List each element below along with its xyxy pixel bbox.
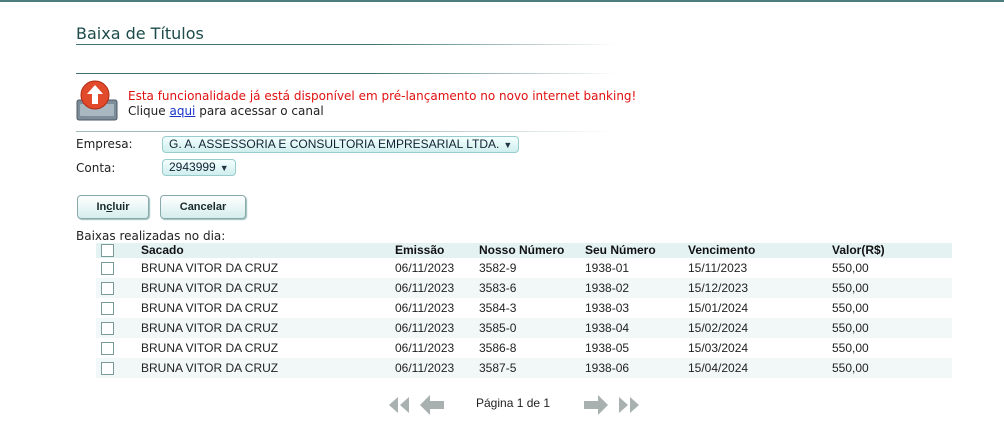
table-row: BRUNA VITOR DA CRUZ 06/11/2023 3585-0 1938-… — [96, 318, 952, 338]
cell-vencimento: 15/02/2024 — [688, 318, 832, 338]
table-caption: Baixas realizadas no dia: — [76, 229, 226, 243]
notice-warning-text: Esta funcionalidade já está disponível e… — [128, 89, 637, 103]
table-header-row: Sacado Emissão Nosso Número Seu Número V… — [96, 243, 952, 258]
row-checkbox[interactable] — [101, 322, 114, 336]
row-select-cell — [96, 318, 141, 338]
cell-nosso: 3586-8 — [479, 341, 517, 355]
chevron-down-icon: ▼ — [219, 163, 229, 173]
conta-selected-value: 2943999 — [169, 160, 216, 174]
notice-divider — [76, 131, 616, 132]
baixas-table: Sacado Emissão Nosso Número Seu Número V… — [96, 243, 952, 378]
cell-seu: 1938-06 — [585, 358, 688, 378]
select-all-checkbox[interactable] — [101, 244, 114, 258]
cell-vencimento: 15/12/2023 — [688, 278, 832, 298]
cell-emissao: 06/11/2023 — [395, 301, 455, 315]
cell-emissao: 06/11/2023 — [395, 358, 479, 378]
cell-valor: 550,00 — [832, 261, 869, 275]
cell-seu: 1938-04 — [585, 318, 688, 338]
cell-seu: 1938-01 — [585, 261, 630, 275]
table-row: BRUNA VITOR DA CRUZ 06/11/2023 3583-6 1938-… — [96, 278, 952, 298]
page-title: Baixa de Títulos — [76, 24, 204, 43]
row-select-cell — [96, 278, 141, 298]
empresa-select[interactable]: G. A. ASSESSORIA E CONSULTORIA EMPRESARI… — [162, 136, 520, 153]
header-sacado[interactable]: Sacado — [141, 243, 395, 258]
first-page-icon[interactable] — [386, 394, 412, 416]
cell-emissao: 06/11/2023 — [395, 341, 455, 355]
table-row: BRUNA VITOR DA CRUZ 06/11/2023 3582-9 1938-… — [96, 258, 952, 278]
prev-page-icon[interactable] — [418, 394, 446, 416]
cell-sacado: BRUNA VITOR DA CRUZ — [141, 358, 395, 378]
cell-emissao: 06/11/2023 — [395, 261, 455, 275]
header-valor[interactable]: Valor(R$) — [832, 243, 952, 258]
cell-nosso: 3587-5 — [479, 358, 585, 378]
title-divider — [76, 44, 616, 45]
conta-select[interactable]: 2943999 ▼ — [162, 159, 236, 176]
cancelar-button[interactable]: Cancelar — [160, 195, 246, 219]
cell-vencimento: 15/04/2024 — [688, 358, 832, 378]
table-row: BRUNA VITOR DA CRUZ 06/11/2023 3586-8 1938-… — [96, 338, 952, 358]
empresa-label: Empresa: — [76, 137, 133, 151]
cell-sacado: BRUNA VITOR DA CRUZ — [141, 318, 395, 338]
row-select-cell — [96, 338, 141, 358]
top-border — [0, 0, 1004, 2]
header-vencimento[interactable]: Vencimento — [688, 243, 832, 258]
cell-emissao: 06/11/2023 — [395, 318, 479, 338]
upload-alert-icon — [76, 80, 118, 121]
row-select-cell — [96, 358, 141, 378]
next-page-icon[interactable] — [582, 394, 610, 416]
notice-prefix: Clique — [128, 104, 166, 118]
cell-valor: 550,00 — [832, 341, 869, 355]
page-indicator: Página 1 de 1 — [476, 396, 551, 410]
cell-seu: 1938-03 — [585, 301, 630, 315]
cell-valor: 550,00 — [832, 318, 952, 338]
cell-vencimento: 15/11/2023 — [688, 261, 748, 275]
cell-sacado: BRUNA VITOR DA CRUZ — [141, 278, 395, 298]
cell-valor: 550,00 — [832, 278, 952, 298]
cell-sacado: BRUNA VITOR DA CRUZ — [141, 261, 279, 275]
row-checkbox[interactable] — [101, 262, 114, 276]
cell-sacado: BRUNA VITOR DA CRUZ — [141, 341, 279, 355]
select-all-cell — [96, 243, 141, 258]
cell-seu: 1938-02 — [585, 278, 688, 298]
cell-nosso: 3583-6 — [479, 278, 585, 298]
row-select-cell — [96, 258, 141, 278]
conta-label: Conta: — [76, 161, 116, 175]
row-checkbox[interactable] — [101, 342, 114, 356]
pagination: Página 1 de 1 — [386, 394, 646, 416]
row-checkbox[interactable] — [101, 282, 114, 296]
last-page-icon[interactable] — [616, 394, 642, 416]
row-checkbox[interactable] — [101, 362, 114, 376]
section-divider — [76, 73, 616, 74]
table-row: BRUNA VITOR DA CRUZ 06/11/2023 3587-5 1938-… — [96, 358, 952, 378]
empresa-selected-value: G. A. ASSESSORIA E CONSULTORIA EMPRESARI… — [169, 137, 500, 151]
cell-emissao: 06/11/2023 — [395, 278, 479, 298]
header-nosso-numero[interactable]: Nosso Número — [479, 243, 585, 258]
incluir-label-a: In — [96, 201, 107, 213]
cell-nosso: 3584-3 — [479, 301, 517, 315]
cell-nosso: 3585-0 — [479, 318, 585, 338]
cell-valor: 550,00 — [832, 301, 869, 315]
header-emissao[interactable]: Emissão — [395, 243, 479, 258]
row-select-cell — [96, 298, 141, 318]
cell-valor: 550,00 — [832, 358, 952, 378]
incluir-button[interactable]: Incluir — [77, 195, 149, 219]
notice-suffix: para acessar o canal — [199, 104, 324, 118]
cell-seu: 1938-05 — [585, 341, 630, 355]
cell-vencimento: 15/01/2024 — [688, 301, 749, 315]
header-seu-numero[interactable]: Seu Número — [585, 243, 688, 258]
table-row: BRUNA VITOR DA CRUZ 06/11/2023 3584-3 1938-… — [96, 298, 952, 318]
notice-link-line: Clique aqui para acessar o canal — [128, 104, 324, 118]
table-body: BRUNA VITOR DA CRUZ 06/11/2023 3582-9 1938-… — [96, 258, 952, 378]
chevron-down-icon: ▼ — [503, 140, 513, 150]
cell-vencimento: 15/03/2024 — [688, 341, 749, 355]
row-checkbox[interactable] — [101, 302, 114, 316]
cell-sacado: BRUNA VITOR DA CRUZ — [141, 301, 279, 315]
incluir-label-b: luir — [112, 201, 130, 213]
cell-nosso: 3582-9 — [479, 261, 517, 275]
notice-link[interactable]: aqui — [169, 104, 195, 118]
